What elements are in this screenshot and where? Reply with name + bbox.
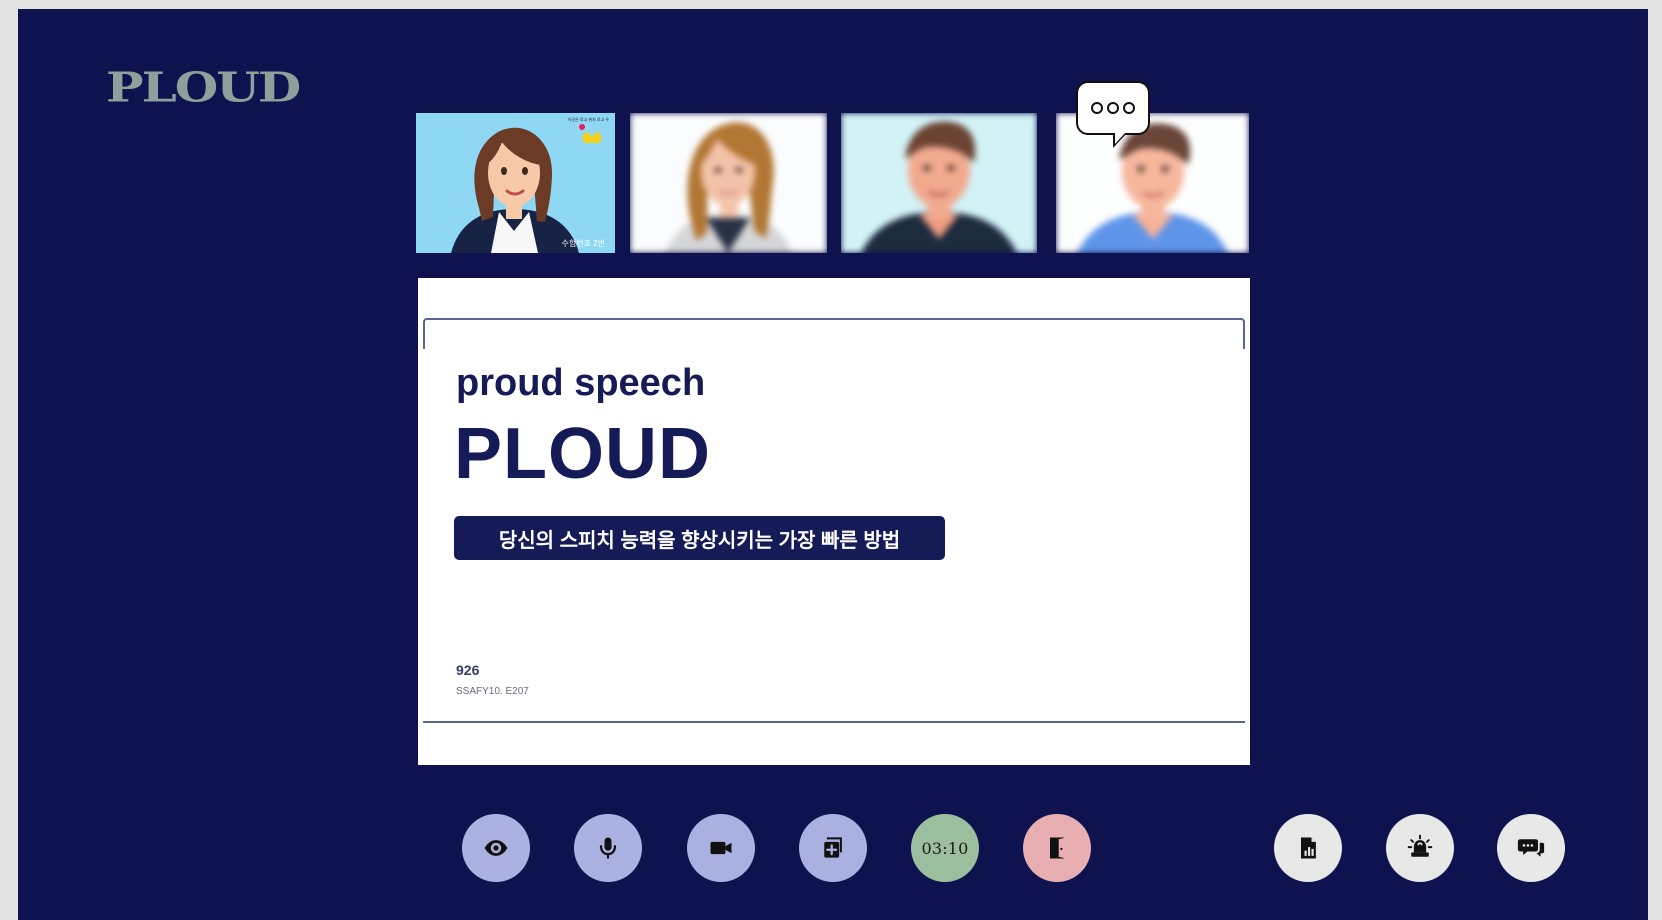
timer-button: 03:10 (911, 814, 979, 882)
slide-team-number: 926 (456, 662, 480, 678)
report-chart-icon (1301, 837, 1316, 859)
add-document-icon (824, 837, 842, 858)
presentation-slide: proud speech PLOUD 당신의 스피치 능력을 향상시키는 가장 … (418, 278, 1250, 765)
slide-course-code: SSAFY10. E207 (456, 686, 529, 697)
alarm-siren-icon (1407, 834, 1433, 857)
eye-icon (484, 840, 508, 856)
participant-avatar-1 (416, 113, 615, 253)
alarm-button[interactable] (1386, 814, 1454, 882)
microphone-button[interactable] (574, 814, 642, 882)
add-document-button[interactable] (799, 814, 867, 882)
video-camera-icon (710, 841, 732, 855)
microphone-icon (599, 837, 617, 859)
presentation-screen: PLOUD 이곳은 로고 위치 로고 우 수험번호 2번 proud speec… (18, 9, 1648, 920)
slide-tagline: 당신의 스피치 능력을 향상시키는 가장 빠른 방법 (454, 516, 945, 560)
participant-video-2[interactable] (630, 113, 827, 253)
slide-title: PLOUD (454, 414, 711, 494)
speech-bubble-dot (1123, 102, 1135, 114)
participant-overlay-note: 이곳은 로고 위치 로고 우 (567, 117, 609, 122)
camera-button[interactable] (687, 814, 755, 882)
participant-avatar-2 (630, 113, 827, 253)
speech-bubble-dot (1107, 102, 1119, 114)
speech-bubble-icon (1076, 81, 1150, 148)
chat-button[interactable] (1497, 814, 1565, 882)
slide-subtitle: proud speech (456, 362, 706, 404)
participant-video-3[interactable] (841, 113, 1037, 253)
timer-display: 03:10 (921, 838, 969, 858)
door-exit-icon (1050, 837, 1066, 859)
chat-icon (1517, 839, 1545, 857)
participant-video-strip: 이곳은 로고 위치 로고 우 수험번호 2번 (18, 9, 1648, 269)
exit-button[interactable] (1023, 814, 1091, 882)
participant-label: 수험번호 2번 (561, 239, 605, 248)
participant-avatar-3 (841, 113, 1037, 253)
participant-video-1[interactable]: 이곳은 로고 위치 로고 우 수험번호 2번 (416, 113, 615, 253)
report-button[interactable] (1274, 814, 1342, 882)
speech-bubble-dot (1091, 102, 1103, 114)
view-button[interactable] (462, 814, 530, 882)
